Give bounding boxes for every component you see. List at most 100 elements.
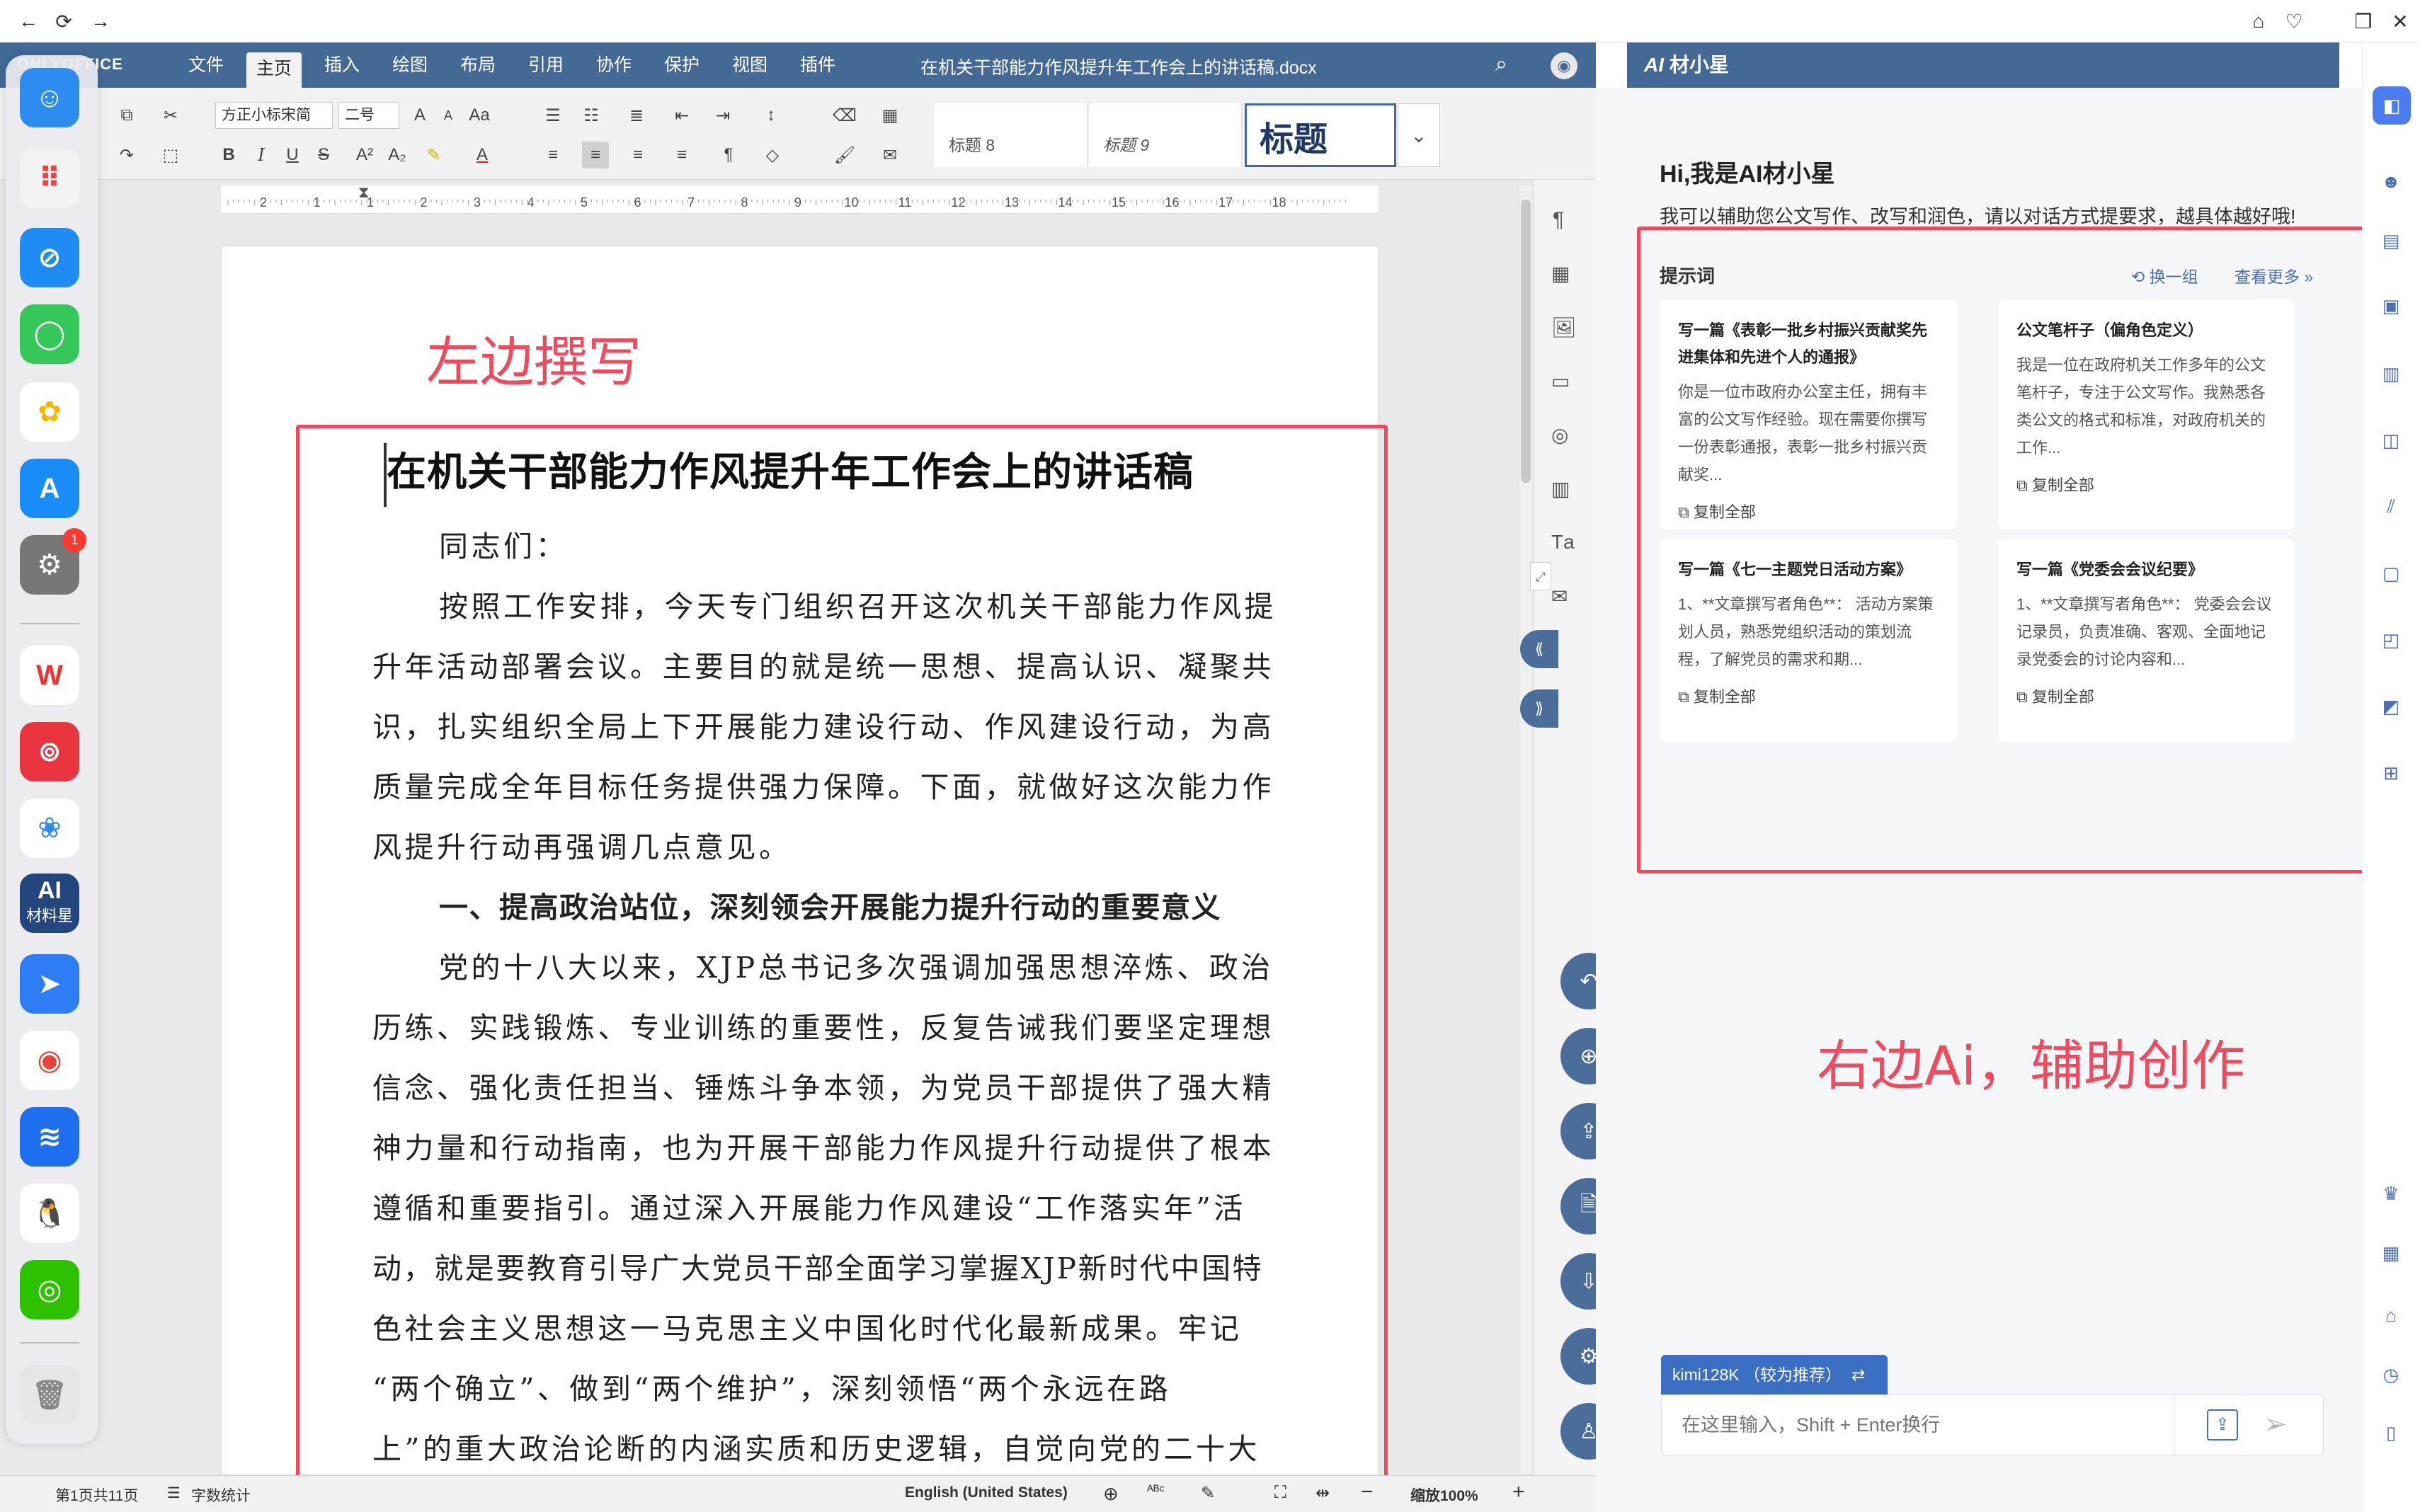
messages-icon[interactable]: ◯	[20, 304, 79, 364]
italic-icon[interactable]: I	[248, 142, 275, 168]
mail-merge-icon[interactable]: ✉	[877, 142, 903, 168]
font-name-select[interactable]: 方正小标宋简	[215, 102, 333, 129]
view-more-button[interactable]: 查看更多 »	[2234, 263, 2313, 287]
paragraph-marks-icon[interactable]: ¶	[715, 142, 742, 168]
doc-tool-2-icon[interactable]: ▣	[2377, 292, 2405, 320]
subscript-icon[interactable]: A₂	[384, 142, 411, 168]
doc-tool-3-icon[interactable]: ▥	[2377, 360, 2405, 388]
bold-icon[interactable]: B	[215, 142, 242, 168]
tab-draw[interactable]: 绘图	[382, 51, 438, 79]
phone-icon[interactable]: ▯	[2377, 1419, 2405, 1447]
refresh-icon[interactable]: ⟳	[51, 8, 76, 34]
zoom-level[interactable]: 缩放100%	[1410, 1484, 1478, 1506]
user-avatar[interactable]: ◉	[1551, 52, 1577, 79]
tab-home[interactable]: 主页	[246, 52, 302, 88]
tab-layout[interactable]: 布局	[450, 51, 506, 79]
decrease-indent-icon[interactable]: ⇤	[668, 102, 695, 129]
strikethrough-icon[interactable]: S	[310, 142, 337, 168]
stats-icon[interactable]: ▦	[2377, 1239, 2405, 1267]
zoom-in-icon[interactable]: +	[1512, 1480, 1525, 1504]
copy-all-button[interactable]: ⧉ 复制全部	[2016, 685, 2278, 707]
trash-icon[interactable]: 🗑	[20, 1365, 79, 1424]
fit-page-icon[interactable]: ⛶	[1274, 1483, 1286, 1503]
close-icon[interactable]: ✕	[2387, 8, 2413, 34]
change-case-icon[interactable]: Aa	[466, 102, 493, 129]
copy-icon[interactable]: ⧉	[113, 102, 140, 129]
chevron-down-icon[interactable]: ⌄	[1398, 103, 1440, 167]
copy-all-button[interactable]: ⧉ 复制全部	[2016, 473, 2278, 496]
table-settings-icon[interactable]: ▦	[1551, 262, 1570, 285]
collapse-left-icon[interactable]: ⟪	[1520, 630, 1558, 668]
font-grow-icon[interactable]: A	[406, 102, 433, 129]
mail-settings-icon[interactable]: ✉	[1551, 585, 1568, 608]
ai-toggle-icon[interactable]: ◧	[2373, 86, 2411, 125]
lark-icon[interactable]: ≋	[20, 1107, 79, 1167]
doc-tool-1-icon[interactable]: ▤	[2377, 227, 2405, 255]
globe-icon[interactable]: ⊕	[1103, 1483, 1119, 1505]
chat-input[interactable]	[1682, 1409, 2177, 1441]
scrollbar-thumb[interactable]	[1521, 200, 1531, 483]
copy-all-button[interactable]: ⧉ 复制全部	[1678, 500, 1940, 522]
increase-indent-icon[interactable]: ⇥	[709, 102, 736, 129]
user-profile-icon[interactable]: ☻	[2377, 167, 2405, 195]
style-heading-9[interactable]: 标题 9	[1089, 103, 1242, 167]
expand-panel-icon[interactable]: ⤢	[1530, 562, 1551, 590]
doc-tool-6-icon[interactable]: ◰	[2377, 626, 2405, 654]
collapse-right-icon[interactable]: ⟫	[1520, 689, 1558, 728]
back-icon[interactable]: ←	[16, 8, 41, 34]
finder-icon[interactable]: ☺	[20, 68, 79, 127]
doc-tool-4-icon[interactable]: ◫	[2377, 426, 2405, 454]
header-footer-icon[interactable]: ▭	[1551, 370, 1570, 393]
wps-icon[interactable]: W	[20, 646, 79, 705]
shape-settings-icon[interactable]: ◎	[1551, 423, 1568, 447]
app-store-icon[interactable]: A	[20, 459, 79, 518]
language-select[interactable]: English (United States)	[905, 1484, 1068, 1501]
doc-tool-5-icon[interactable]: ▢	[2377, 559, 2405, 588]
chart-settings-icon[interactable]: ▥	[1551, 477, 1570, 500]
line-spacing-icon[interactable]: ↕	[758, 102, 784, 129]
select-icon[interactable]: ⬚	[157, 142, 184, 168]
crown-icon[interactable]: ♛	[2377, 1179, 2405, 1208]
paragraph-settings-icon[interactable]: ¶	[1553, 208, 1564, 232]
send-icon[interactable]: ➢	[2264, 1408, 2288, 1441]
safari-icon[interactable]: ⊘	[20, 228, 79, 287]
ai-brand-icon[interactable]: ⫽	[2377, 493, 2405, 521]
font-size-select[interactable]: 二号	[338, 102, 399, 129]
model-selector[interactable]: kimi128K （较为推荐） ⇄	[1661, 1355, 1888, 1394]
upload-file-icon[interactable]: ⇪	[2207, 1409, 2238, 1441]
tab-insert[interactable]: 插入	[314, 51, 370, 79]
tab-references[interactable]: 引用	[518, 51, 573, 79]
cailiaoxing-app-icon[interactable]: AI 材料星	[20, 874, 79, 933]
prompt-card[interactable]: 写一篇《表彰一批乡村振兴贡献奖先进集体和先进个人的通报》 你是一位市政府办公室主…	[1660, 300, 1957, 529]
number-list-icon[interactable]: ☷	[578, 102, 605, 129]
baidu-netdisk-icon[interactable]: ❀	[20, 798, 79, 858]
tab-plugins[interactable]: 插件	[790, 51, 845, 79]
horizontal-ruler[interactable]: 2 1 1 2 3 4 5 6 7 8 9 10 11 12 13 14 15 16 17 18	[221, 185, 1379, 214]
align-right-icon[interactable]: ≡	[624, 142, 651, 168]
font-shrink-icon[interactable]: A	[435, 102, 462, 129]
fit-width-icon[interactable]: ⇹	[1315, 1483, 1330, 1504]
tab-protect[interactable]: 保护	[654, 51, 709, 79]
copy-all-button[interactable]: ⧉ 复制全部	[1678, 685, 1940, 707]
underline-icon[interactable]: U	[279, 142, 306, 168]
clock-icon[interactable]: ◷	[2377, 1361, 2405, 1389]
restore-icon[interactable]: ❐	[2351, 8, 2376, 34]
image-settings-icon[interactable]: 🖼	[1551, 316, 1577, 339]
heart-icon[interactable]: ♡	[2281, 8, 2307, 34]
align-center-icon[interactable]: ≡	[582, 142, 609, 168]
bullet-list-icon[interactable]: ☰	[540, 102, 566, 129]
indent-marker-icon[interactable]: ⧗	[358, 185, 374, 214]
track-changes-icon[interactable]: ✎	[1201, 1483, 1215, 1504]
superscript-icon[interactable]: A²	[351, 142, 378, 168]
home-icon[interactable]: ⌂	[2246, 8, 2271, 34]
word-count-button[interactable]: 字数统计	[191, 1484, 251, 1506]
prompt-card[interactable]: 写一篇《七一主题党日活动方案》 1、**文章撰写者角色**： 活动方案策划人员，…	[1660, 539, 1957, 742]
highlight-icon[interactable]: ✎	[421, 142, 447, 168]
wechat-icon[interactable]: ◎	[20, 1260, 79, 1319]
search-icon[interactable]: ⌕	[1495, 52, 1507, 76]
vertical-scrollbar[interactable]	[1518, 185, 1532, 1474]
textart-settings-icon[interactable]: Tа	[1551, 531, 1575, 554]
doc-tool-7-icon[interactable]: ◩	[2377, 692, 2405, 721]
qq-icon[interactable]: 🐧	[20, 1184, 79, 1243]
align-justify-icon[interactable]: ≡	[668, 142, 695, 168]
